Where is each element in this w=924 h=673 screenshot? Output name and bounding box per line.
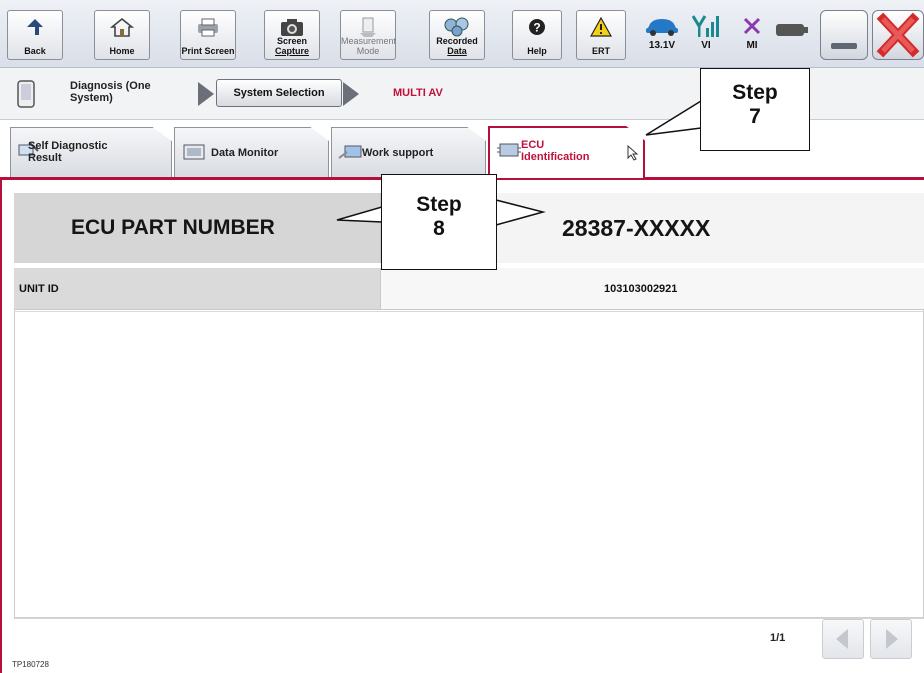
step-8-callout: Step 8 — [381, 174, 497, 270]
consult-window: Back Home Print Screen Screen Capture Mea… — [0, 0, 924, 673]
step-7-callout: Step 7 — [700, 68, 810, 151]
